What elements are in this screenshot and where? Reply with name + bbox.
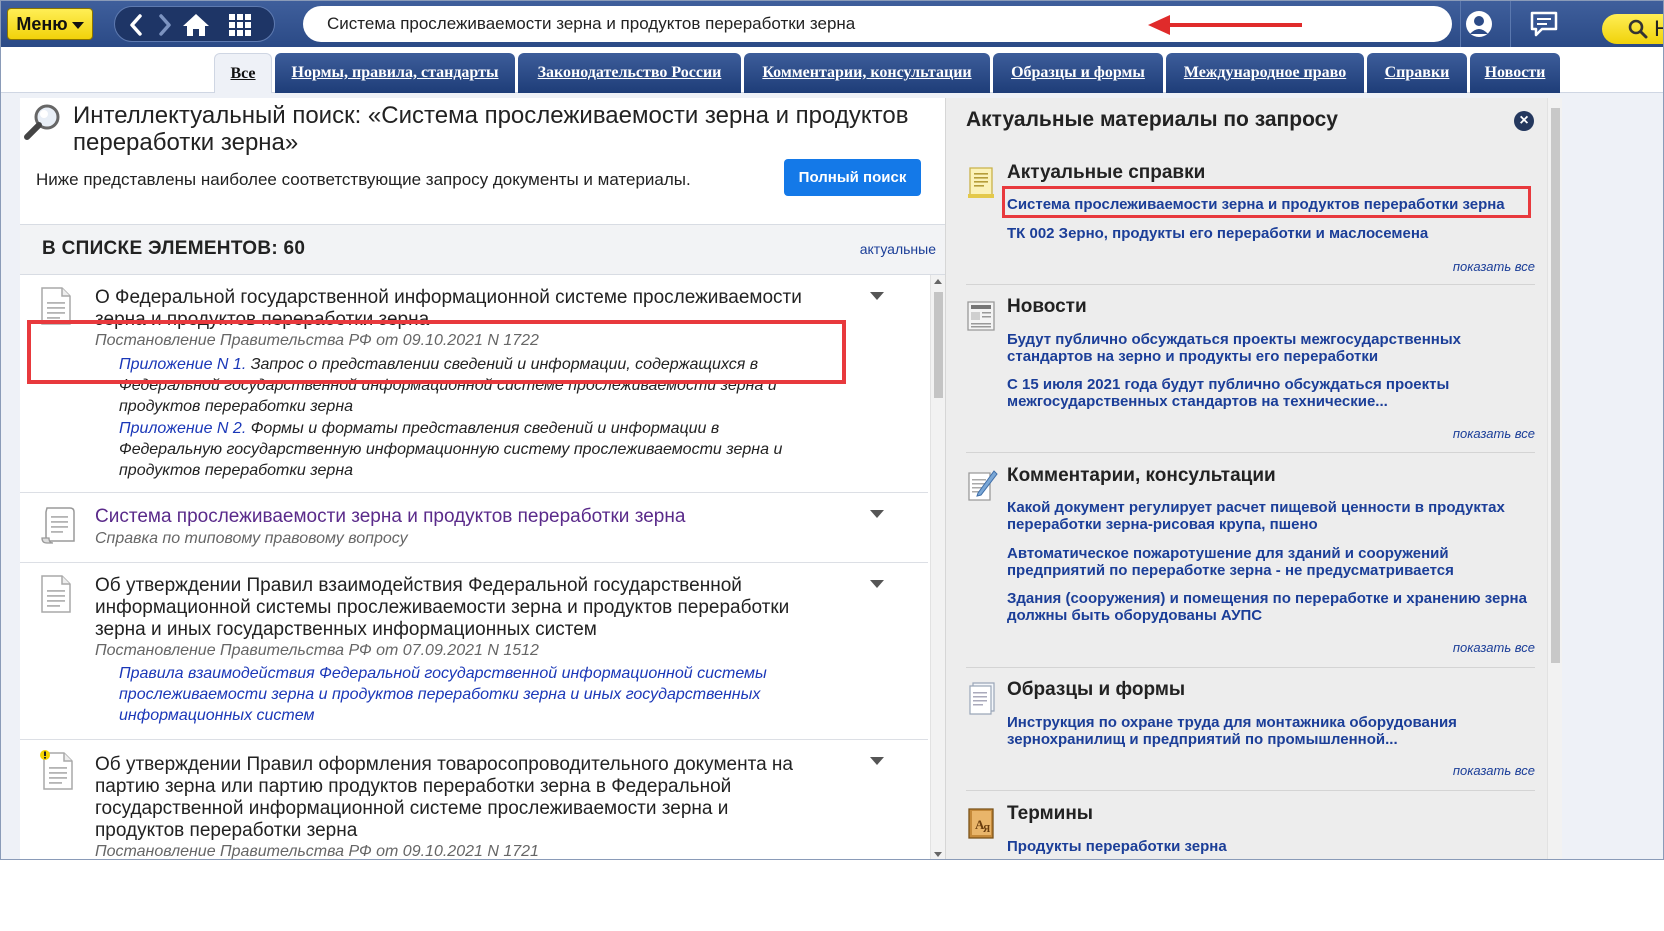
divider [966,284,1535,285]
comment-link[interactable]: Автоматическое пожаротушение для зданий … [1007,545,1527,579]
scrollbar-thumb[interactable] [1551,108,1560,663]
search-box: Найти [303,6,1663,44]
dictionary-icon: А Я [968,808,994,839]
reference-scroll-icon [41,507,75,544]
section-title: Термины [1007,803,1094,824]
menu-button[interactable]: Меню [7,8,93,40]
section-title: Образцы и формы [1007,679,1186,700]
chat-icon[interactable] [1526,7,1562,41]
comment-link[interactable]: Какой документ регулирует расчет пищевой… [1007,499,1527,533]
result-title-link[interactable]: Система прослеживаемости зерна и продукт… [95,506,795,528]
caret-down-icon [71,21,84,29]
results-scrollbar[interactable] [930,275,945,859]
tab-legislation[interactable]: Законодательство России [518,53,741,93]
search-input[interactable] [327,6,1127,42]
section-title: Новости [1007,296,1087,317]
hamburger-icon[interactable] [1389,7,1425,41]
user-icon[interactable] [1461,7,1497,41]
appendix-item[interactable]: Приложение N 2. Формы и форматы представ… [119,418,819,481]
form-link[interactable]: Инструкция по охране труда для монтажник… [1007,714,1527,748]
tab-forms[interactable]: Образцы и формы [993,53,1163,93]
show-all-link[interactable]: показать все [1453,259,1535,274]
section-comments: Комментарии, консультации Какой документ… [966,465,1535,660]
appendix-link[interactable]: Правила взаимодействия Федеральной госуд… [119,663,809,726]
highlight-frame [1002,186,1531,218]
tab-comments[interactable]: Комментарии, консультации [744,53,990,93]
app-window: Меню Система прослеживаемости зерна и пр… [0,0,1664,860]
pen-notepad-icon [968,470,998,501]
section-forms: Образцы и формы Инструкция по охране тру… [966,679,1535,783]
tab-news[interactable]: Новости [1470,53,1560,93]
find-label: Найти [1654,16,1663,42]
find-button[interactable]: Найти [1602,14,1663,44]
tab-all[interactable]: Все [214,53,272,93]
show-all-link[interactable]: показать все [1453,763,1535,778]
show-all-link[interactable]: показать все [1453,426,1535,441]
divider [966,452,1535,453]
divider [1510,1,1511,47]
scroll-up-icon[interactable] [934,279,942,284]
result-source: Справка по типовому правовому вопросу [95,530,408,547]
section-title: Комментарии, консультации [1007,465,1276,486]
result-title-link[interactable]: Об утверждении Правил взаимодействия Фед… [95,575,815,641]
highlight-frame [27,320,846,384]
results-description: Ниже представлены наиболее соответствующ… [36,170,691,189]
navigation-group [114,6,275,42]
news-link[interactable]: С 15 июля 2021 года будут публично обсуж… [1007,376,1527,410]
expand-arrow-icon[interactable] [870,510,884,518]
results-count-bar: В СПИСКЕ ЭЛЕМЕНТОВ: 60 актуальные [20,224,945,275]
reference-link[interactable]: ТК 002 Зерно, продукты его переработки и… [1007,225,1527,242]
close-icon[interactable]: × [1514,111,1534,131]
list-item[interactable]: Система прослеживаемости зерна и продукт… [20,493,928,563]
show-all-link[interactable]: показать все [1453,640,1535,655]
result-title-link[interactable]: Об утверждении Правил оформления товарос… [95,754,815,842]
section-title: Актуальные справки [1007,162,1206,183]
comment-link[interactable]: Здания (сооружения) и помещения по перер… [1007,590,1527,624]
search-icon [1628,19,1648,39]
expand-arrow-icon[interactable] [870,580,884,588]
reference-icon [968,167,994,198]
document-warning-icon [40,750,73,790]
scrollbar-thumb[interactable] [934,292,943,398]
document-icon [41,575,71,613]
result-source: Постановление Правительства РФ от 07.09.… [95,642,539,659]
divider [966,667,1535,668]
result-source: Постановление Правительства РФ от 09.10.… [95,843,539,860]
news-link[interactable]: Будут публично обсуждаться проекты межго… [1007,331,1527,365]
tab-references[interactable]: Справки [1367,53,1467,93]
grid-icon[interactable] [219,7,261,43]
list-item[interactable]: Об утверждении Правил оформления товарос… [20,740,928,860]
appendix-link[interactable]: Приложение N 2. [119,420,246,437]
page-title: Интеллектуальный поиск: «Система прослеж… [73,102,909,156]
filter-current-link[interactable]: актуальные [860,241,936,257]
list-item[interactable]: Об утверждении Правил взаимодействия Фед… [20,563,928,740]
section-references: Актуальные справки Система прослеживаемо… [966,162,1535,277]
term-link[interactable]: Продукты переработки зерна [1007,838,1527,855]
section-news: Новости Будут публично обсуждаться проек… [966,296,1535,444]
scroll-down-icon[interactable] [934,852,942,857]
newspaper-icon [967,301,995,331]
category-tabs: Все Нормы, правила, стандарты Законодате… [1,47,1663,93]
divider [966,790,1535,791]
list-item[interactable]: О Федеральной государственной информацио… [20,275,928,493]
magnifier-icon [24,104,60,140]
results-header: Интеллектуальный поиск: «Система прослеж… [20,98,945,224]
svg-text:Я: Я [983,824,991,835]
section-terms: А Я Термины Продукты переработки зерна [966,803,1535,859]
top-bar: Меню Система прослеживаемости зерна и пр… [1,1,1663,47]
home-icon[interactable] [176,7,216,43]
expand-arrow-icon[interactable] [870,292,884,300]
search-results-panel: Интеллектуальный поиск: «Система прослеж… [20,98,945,860]
panel-scrollbar[interactable] [1547,98,1562,859]
expand-arrow-icon[interactable] [870,757,884,765]
panel-title: Актуальные материалы по запросу [966,108,1338,131]
full-search-button[interactable]: Полный поиск [784,159,921,196]
menu-label: Меню [16,13,68,34]
tab-international[interactable]: Международное право [1166,53,1364,93]
annotation-arrow-icon [1148,15,1302,35]
tab-norms[interactable]: Нормы, правила, стандарты [275,53,515,93]
forms-icon [969,682,995,715]
results-count: В СПИСКЕ ЭЛЕМЕНТОВ: 60 [42,238,306,259]
